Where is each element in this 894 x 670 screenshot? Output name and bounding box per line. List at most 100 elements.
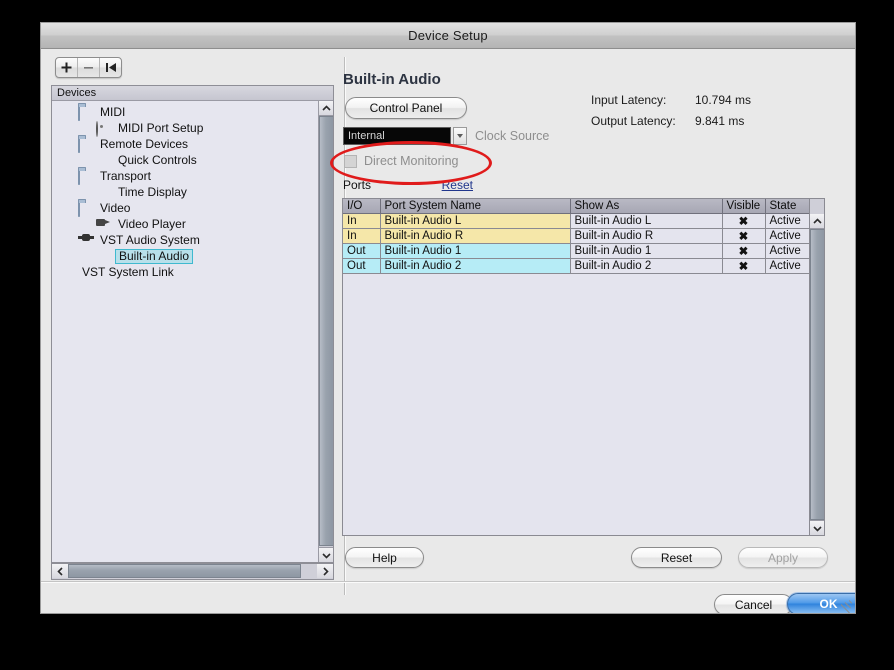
ports-reset-link[interactable]: Reset [442,178,473,192]
camera-icon [96,218,112,231]
devices-horizontal-scrollbar[interactable] [51,563,334,580]
no-icon [60,266,76,279]
cell-io: In [343,213,381,229]
ports-column-header[interactable]: Visible [722,199,766,214]
scroll-left-icon[interactable] [52,564,68,578]
scroll-down-icon[interactable] [319,547,333,562]
devices-list-header: Devices [52,86,333,101]
folder-icon [78,104,94,121]
sidebar-item-label: Video [100,201,131,215]
ports-scroll-thumb[interactable] [810,229,824,520]
clock-source-select[interactable]: Internal [343,127,451,145]
sidebar-item-label: Quick Controls [118,153,197,167]
scroll-up-icon[interactable] [319,101,333,116]
table-row[interactable]: In Built-in Audio L Built-in Audio L ✖ Activ… [343,213,810,229]
sidebar-item-vst-audio-system[interactable]: VST Audio System [52,232,317,248]
ports-column-header[interactable]: State [765,199,810,214]
ports-column-header[interactable]: Show As [570,199,723,214]
sidebar-item-video[interactable]: Video [52,200,317,217]
device-detail-pane: Built-in Audio Control Panel Input Laten… [341,57,847,595]
ports-vertical-scrollbar[interactable] [809,199,824,535]
scroll-right-icon[interactable] [317,564,333,578]
ports-column-header[interactable]: Port System Name [380,199,571,214]
device-setup-window: Device Setup Devices MIDI MIDI Port Setu… [40,22,856,614]
clock-source-label: Clock Source [475,129,550,143]
devices-pane: Devices MIDI MIDI Port Setup Remote Device… [51,57,334,595]
devices-list-box: Devices MIDI MIDI Port Setup Remote Device… [51,85,334,563]
sidebar-item-vst-system-link[interactable]: VST System Link [52,264,317,280]
control-panel-button[interactable]: Control Panel [345,97,467,119]
cell-visible[interactable]: ✖ [722,243,766,259]
cell-state: Active [765,213,810,229]
cell-io: In [343,228,381,244]
cell-visible[interactable]: ✖ [722,258,766,274]
ports-table-header-row: I/O Port System Name Show As Visible State [343,199,810,214]
sidebar-item-midi-port-setup[interactable]: MIDI Port Setup [52,120,317,137]
output-latency-row: Output Latency: 9.841 ms [591,110,751,131]
window-body: Devices MIDI MIDI Port Setup Remote Device… [41,49,855,613]
sidebar-item-remote-devices[interactable]: Remote Devices [52,136,317,153]
window-title: Device Setup [408,28,488,43]
ports-table: I/O Port System Name Show As Visible State I… [343,199,810,274]
sidebar-item-quick-controls[interactable]: Quick Controls [52,152,317,168]
table-row[interactable]: Out Built-in Audio 2 Built-in Audio 2 ✖ Acti… [343,258,810,274]
cell-io: Out [343,243,381,259]
no-icon [96,186,112,199]
devices-toolbar [55,57,122,78]
devices-hscroll-thumb[interactable] [68,564,301,578]
sidebar-item-midi[interactable]: MIDI [52,104,317,121]
sidebar-item-label: MIDI [100,105,126,119]
cell-show-as: Built-in Audio 2 [570,258,723,274]
resize-grip-icon[interactable] [840,599,853,613]
cancel-button[interactable]: Cancel [714,594,793,613]
chevron-down-icon[interactable] [453,127,467,145]
sidebar-item-time-display[interactable]: Time Display [52,184,317,200]
direct-monitoring-label: Direct Monitoring [364,154,459,168]
output-latency-value: 9.841 ms [695,113,745,128]
sidebar-item-label: Transport [100,169,151,183]
cell-port-system-name: Built-in Audio 2 [380,258,571,274]
footer-divider [41,581,855,583]
cell-visible[interactable]: ✖ [722,228,766,244]
cell-io: Out [343,258,381,274]
add-device-button[interactable] [56,58,78,77]
cell-state: Active [765,228,810,244]
direct-monitoring-checkbox[interactable] [344,154,357,168]
table-row[interactable]: In Built-in Audio R Built-in Audio R ✖ Activ… [343,228,810,244]
devices-vertical-scrollbar[interactable] [318,101,333,562]
cell-visible[interactable]: ✖ [722,213,766,229]
sidebar-item-label: Remote Devices [100,137,189,151]
direct-monitoring-row: Direct Monitoring [344,154,458,168]
ports-table-body: In Built-in Audio L Built-in Audio L ✖ Activ… [343,213,810,274]
cell-state: Active [765,243,810,259]
vst-icon [78,234,94,247]
remove-device-button[interactable] [78,58,100,77]
cell-port-system-name: Built-in Audio R [380,228,571,244]
clock-source-row: Internal Clock Source [343,127,549,145]
help-button[interactable]: Help [345,547,424,568]
reset-button[interactable]: Reset [631,547,722,568]
sidebar-item-transport[interactable]: Transport [52,168,317,185]
sidebar-item-built-in-audio[interactable]: Built-in Audio [52,248,317,264]
folder-icon [78,200,94,217]
ports-column-header[interactable]: I/O [343,199,381,214]
cell-port-system-name: Built-in Audio L [380,213,571,229]
ports-scroll-up-icon[interactable] [810,214,824,229]
cell-show-as: Built-in Audio L [570,213,723,229]
cell-show-as: Built-in Audio 1 [570,243,723,259]
sidebar-item-label: VST System Link [82,265,174,279]
cell-port-system-name: Built-in Audio 1 [380,243,571,259]
devices-tree: MIDI MIDI Port Setup Remote Devices Quick C… [52,104,317,280]
table-row[interactable]: Out Built-in Audio 1 Built-in Audio 1 ✖ Acti… [343,243,810,259]
apply-button[interactable]: Apply [738,547,828,568]
reset-device-button[interactable] [100,58,121,77]
disc-icon [96,120,112,137]
ports-scroll-down-icon[interactable] [810,520,824,535]
sidebar-item-label: Built-in Audio [115,248,194,264]
no-icon [96,250,112,263]
devices-scroll-thumb[interactable] [319,116,333,546]
latency-info: Input Latency: 10.794 ms Output Latency:… [591,89,751,131]
screen: Device Setup Devices MIDI MIDI Port Setu… [0,0,894,670]
sidebar-item-label: MIDI Port Setup [118,121,204,135]
sidebar-item-video-player[interactable]: Video Player [52,216,317,232]
